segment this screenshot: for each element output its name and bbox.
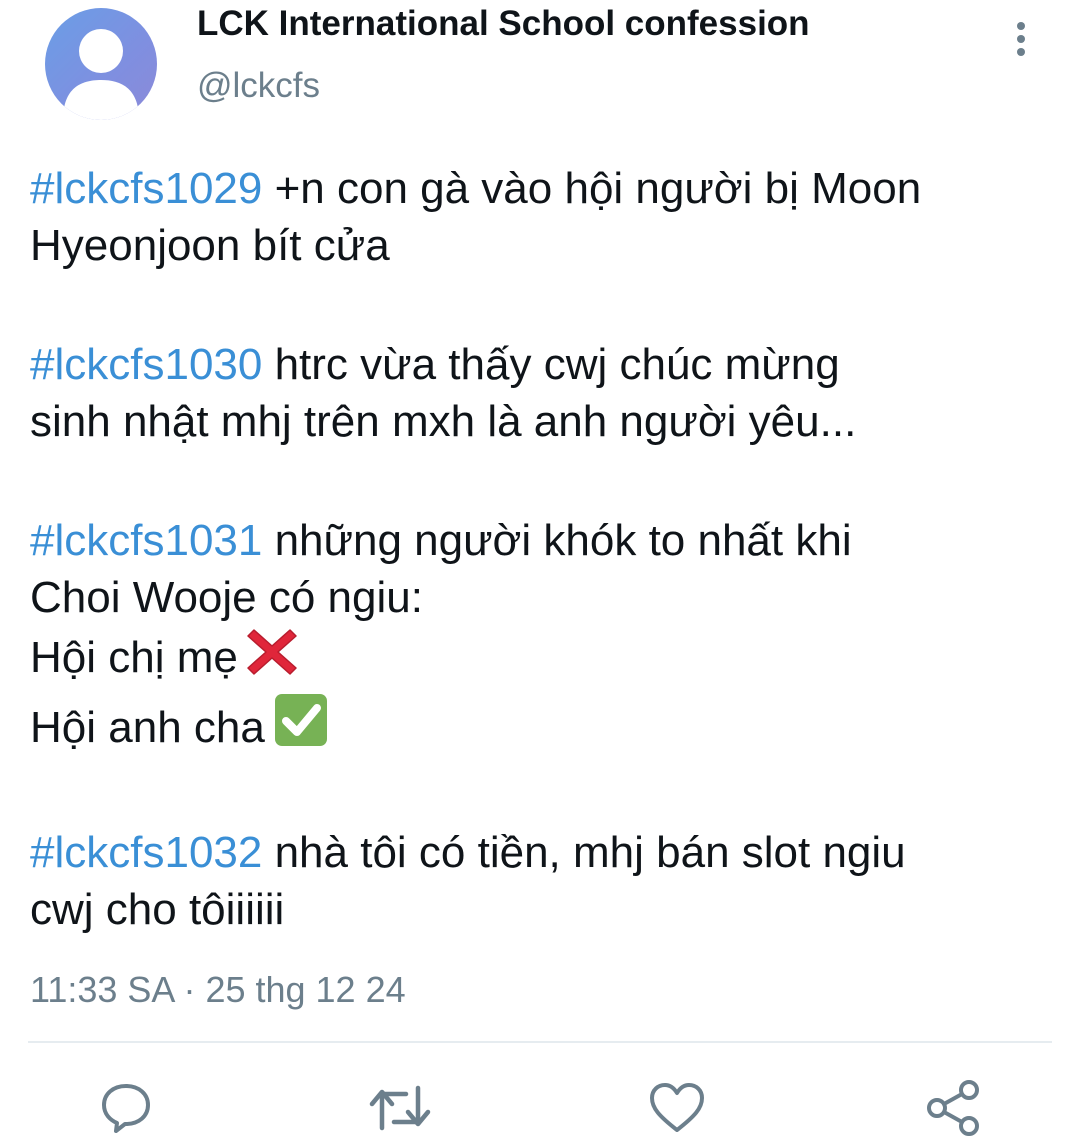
tweet-line-text: sinh nhật mhj trên mxh là anh người yêu.… [30, 397, 857, 446]
tweet-line: sinh nhật mhj trên mxh là anh người yêu.… [30, 393, 1065, 450]
account-handle[interactable]: @lckcfs [197, 66, 320, 106]
share-icon [927, 1080, 979, 1136]
account-avatar[interactable] [45, 8, 157, 120]
tweet-line: Hội chị mẹ [30, 626, 1065, 692]
reply-button[interactable] [94, 1076, 158, 1140]
tweet-action-bar [0, 1076, 1080, 1148]
retweet-icon [369, 1085, 431, 1131]
account-display-name[interactable]: LCK International School confession [197, 4, 810, 44]
tweet-line: #lckcfs1030 htrc vừa thấy cwj chúc mừng [30, 336, 1065, 393]
cross-mark-emoji-icon [246, 626, 298, 692]
hashtag-link[interactable]: #lckcfs1031 [30, 516, 262, 565]
tweet-line: #lckcfs1032 nhà tôi có tiền, mhj bán slo… [30, 824, 1065, 881]
heart-icon [650, 1083, 704, 1132]
more-dots-icon-part [1017, 35, 1025, 43]
tweet-paragraph: #lckcfs1030 htrc vừa thấy cwj chúc mừng … [30, 336, 1065, 450]
tweet-paragraph: #lckcfs1032 nhà tôi có tiền, mhj bán slo… [30, 824, 1065, 938]
tweet-line-text: Choi Wooje có ngiu: [30, 573, 423, 622]
more-dots-icon-part [1017, 48, 1025, 56]
tweet-line: cwj cho tôiiiiii [30, 881, 1065, 938]
check-mark-button-emoji-icon [273, 692, 329, 762]
tweet-line-text: htrc vừa thấy cwj chúc mừng [262, 340, 840, 389]
tweet-line-text: Hội chị mẹ [30, 633, 238, 682]
tweet-line: Hyeonjoon bít cửa [30, 217, 1065, 274]
hashtag-link[interactable]: #lckcfs1032 [30, 828, 262, 877]
default-user-avatar-icon [63, 29, 139, 120]
hashtag-link[interactable]: #lckcfs1030 [30, 340, 262, 389]
tweet-line-text: cwj cho tôiiiiii [30, 885, 285, 934]
tweet-line: #lckcfs1031 những người khók to nhất khi [30, 512, 1065, 569]
tweet-line-text: Hyeonjoon bít cửa [30, 221, 390, 270]
tweet-line-text: +n con gà vào hội người bị Moon [262, 164, 922, 213]
reply-bubble-icon [102, 1084, 150, 1133]
tweet-line-text: những người khók to nhất khi [262, 516, 852, 565]
tweet-line: Choi Wooje có ngiu: [30, 569, 1065, 626]
tweet-paragraph: #lckcfs1029 +n con gà vào hội người bị M… [30, 160, 1065, 274]
like-button[interactable] [645, 1076, 709, 1140]
more-dots-icon [1017, 22, 1025, 30]
hashtag-link[interactable]: #lckcfs1029 [30, 164, 262, 213]
tweet-line-text: Hội anh cha [30, 703, 265, 752]
tweet-text: #lckcfs1029 +n con gà vào hội người bị M… [30, 160, 1065, 1000]
share-button[interactable] [921, 1076, 985, 1140]
tweet-line: #lckcfs1029 +n con gà vào hội người bị M… [30, 160, 1065, 217]
tweet-line-text: nhà tôi có tiền, mhj bán slot ngiu [262, 828, 906, 877]
more-options-button[interactable] [1000, 18, 1042, 60]
tweet-timestamp[interactable]: 11:33 SA · 25 thg 12 24 [30, 968, 406, 1012]
tweet-paragraph: #lckcfs1031 những người khók to nhất khi… [30, 512, 1065, 762]
tweet-line: Hội anh cha [30, 692, 1065, 762]
divider [28, 1041, 1052, 1043]
retweet-button[interactable] [368, 1076, 432, 1140]
